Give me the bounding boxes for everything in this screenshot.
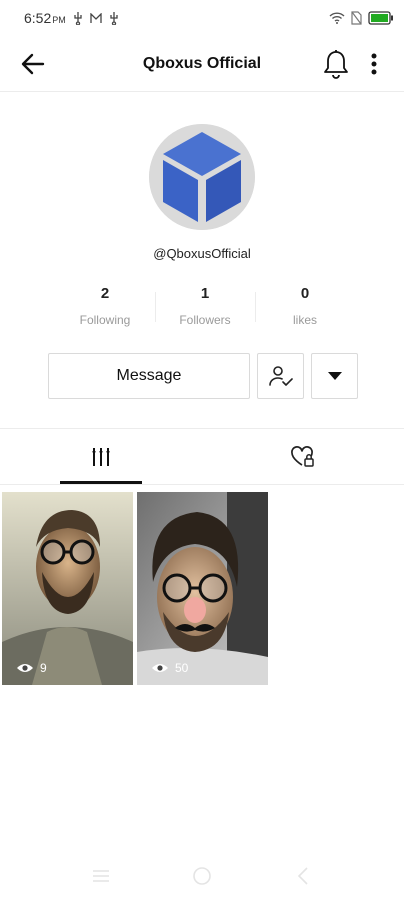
home-button[interactable] [190, 864, 214, 888]
more-options-button[interactable] [362, 48, 386, 80]
active-tab-indicator [60, 481, 142, 484]
username: @QboxusOfficial [153, 246, 251, 261]
home-circle-icon [193, 867, 211, 885]
stat-label: Followers [179, 313, 231, 327]
tab-videos[interactable] [60, 429, 142, 485]
eye-icon [17, 664, 33, 672]
heart-lock-icon [291, 446, 314, 467]
more-vertical-icon [371, 53, 377, 75]
tab-liked[interactable] [262, 429, 344, 485]
notification-bell-button[interactable] [320, 48, 352, 80]
video-thumbnail-image [137, 492, 268, 685]
usb-icon [109, 11, 119, 25]
grid-bars-icon [92, 448, 110, 466]
usb-icon [73, 11, 83, 25]
status-bar: 6:52PM [0, 0, 404, 36]
status-left: 6:52PM [24, 10, 119, 26]
video-thumbnail-image [2, 492, 133, 685]
recents-button[interactable] [89, 864, 113, 888]
wifi-icon [329, 12, 345, 24]
video-thumbnail[interactable]: 9 [2, 492, 133, 685]
follow-button[interactable] [257, 353, 304, 399]
suggestions-dropdown-button[interactable] [311, 353, 358, 399]
view-count-value: 9 [40, 661, 47, 675]
video-thumbnail[interactable]: 50 [137, 492, 268, 685]
stat-following[interactable]: 2 Following [55, 284, 155, 334]
back-button[interactable] [18, 50, 48, 78]
status-ampm: PM [52, 15, 66, 25]
top-bar: Qboxus Official [0, 36, 404, 92]
status-right [329, 11, 394, 25]
menu-icon [93, 870, 109, 882]
stat-value: 1 [200, 285, 210, 302]
status-time: 6:52PM [24, 10, 66, 26]
no-sim-icon [351, 11, 362, 25]
caret-down-icon [327, 372, 342, 380]
eye-icon [152, 664, 168, 672]
stat-label: Following [79, 313, 131, 327]
system-navigation-bar [0, 852, 404, 900]
view-count-value: 50 [175, 661, 189, 675]
stat-value: 2 [100, 285, 110, 302]
bell-icon [324, 50, 348, 79]
user-check-icon [268, 366, 293, 386]
profile-stats: 2 Following 1 Followers 0 likes [55, 284, 355, 334]
qboxus-logo [149, 124, 255, 230]
system-back-button[interactable] [291, 864, 315, 888]
profile-tabs [0, 429, 404, 485]
stat-likes: 0 likes [255, 284, 355, 334]
stat-followers[interactable]: 1 Followers [155, 284, 255, 334]
message-button[interactable]: Message [48, 353, 250, 399]
stat-label: likes [292, 313, 317, 327]
status-time-value: 6:52 [24, 10, 52, 26]
stat-value: 0 [300, 285, 310, 302]
view-count: 50 [151, 661, 188, 675]
view-count: 9 [16, 661, 47, 675]
avatar[interactable] [149, 124, 255, 230]
mail-icon [90, 12, 102, 24]
battery-icon [368, 11, 394, 25]
chevron-left-icon [297, 867, 308, 885]
back-arrow-icon [21, 53, 45, 75]
